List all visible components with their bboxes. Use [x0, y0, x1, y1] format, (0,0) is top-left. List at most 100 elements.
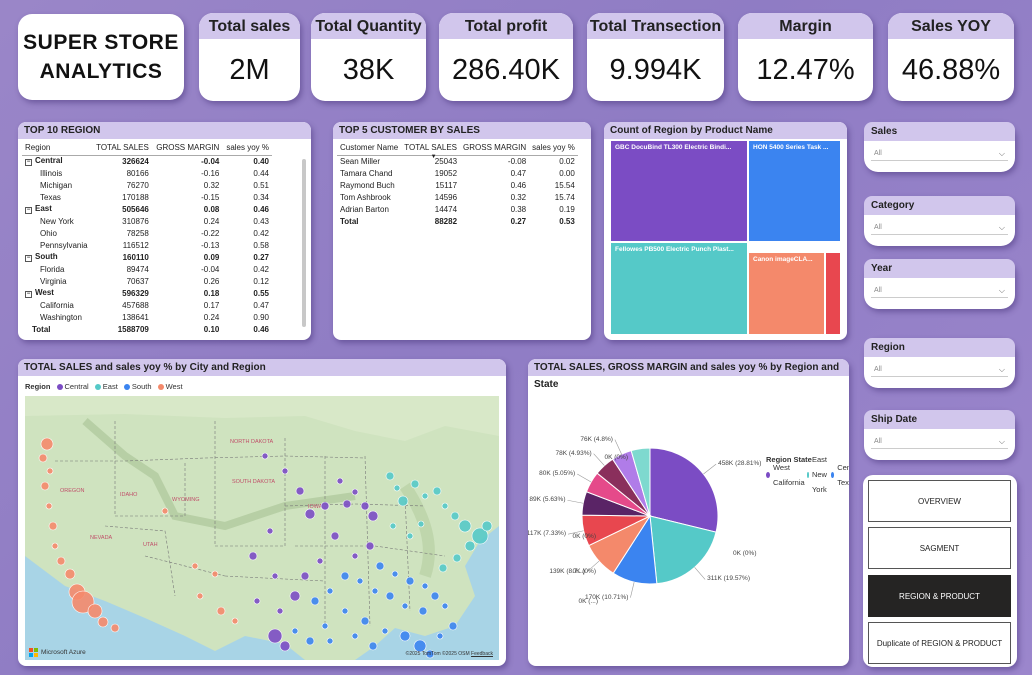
map-bubble[interactable] — [399, 630, 411, 642]
map-bubble[interactable] — [48, 521, 58, 531]
map-bubble[interactable] — [51, 542, 59, 550]
map-feedback-link[interactable]: Feedback — [471, 651, 493, 657]
map-bubble[interactable] — [385, 591, 395, 601]
map-bubble[interactable] — [351, 552, 359, 560]
map-bubble-layer[interactable] — [25, 396, 499, 660]
map-bubble[interactable] — [368, 641, 378, 651]
map-bubble[interactable] — [304, 508, 316, 520]
col-header-region[interactable]: Region — [22, 141, 92, 156]
pie-legend-item[interactable]: Central Texas — [830, 463, 849, 487]
table-row[interactable]: Ohio 78258 -0.22 0.42 — [22, 227, 272, 239]
map-bubble[interactable] — [421, 582, 429, 590]
map-bubble[interactable] — [448, 621, 458, 631]
table-row[interactable]: Tamara Chand 19052 0.47 0.00 — [337, 167, 578, 179]
table-row[interactable]: California 457688 0.17 0.47 — [22, 299, 272, 311]
map-bubble[interactable] — [267, 628, 283, 644]
map-bubble[interactable] — [450, 511, 460, 521]
map-bubble[interactable] — [110, 623, 120, 633]
map-bubble[interactable] — [64, 568, 76, 580]
table-row[interactable]: Florida 89474 -0.04 0.42 — [22, 263, 272, 275]
map-bubble[interactable] — [393, 484, 401, 492]
table-row[interactable]: Adrian Barton 14474 0.38 0.19 — [337, 203, 578, 215]
map-bubble[interactable] — [295, 486, 305, 496]
map-bubble[interactable] — [410, 479, 420, 489]
nav-button-overview[interactable]: OVERVIEW — [868, 480, 1011, 522]
legend-item-east[interactable]: East — [103, 382, 118, 391]
map-bubble[interactable] — [375, 561, 385, 571]
map-bubble[interactable] — [418, 606, 428, 616]
map-bubble[interactable] — [253, 597, 261, 605]
map-bubble[interactable] — [342, 499, 352, 509]
collapse-icon[interactable]: − — [25, 291, 32, 298]
nav-button-region-product[interactable]: REGION & PRODUCT — [868, 575, 1011, 617]
col-header-sales-yoy[interactable]: sales yoy % — [529, 141, 578, 156]
pie-chart[interactable] — [528, 376, 758, 666]
map-bubble[interactable] — [40, 437, 54, 451]
map-bubble[interactable] — [430, 591, 440, 601]
col-header-customer[interactable]: Customer Name — [337, 141, 402, 156]
slicer-dropdown[interactable]: All ⌵ — [871, 147, 1008, 161]
map-bubble[interactable] — [367, 510, 379, 522]
map-bubble[interactable] — [320, 501, 330, 511]
map-bubble[interactable] — [421, 492, 429, 500]
map-bubble[interactable] — [248, 551, 258, 561]
map-bubble[interactable] — [417, 520, 425, 528]
map-bubble[interactable] — [341, 607, 349, 615]
map-bubble[interactable] — [211, 570, 219, 578]
map-bubble[interactable] — [464, 540, 476, 552]
col-header-gross-margin[interactable]: GROSS MARGIN — [460, 141, 530, 156]
map-bubble[interactable] — [46, 467, 54, 475]
vertical-scrollbar[interactable] — [302, 159, 306, 327]
col-header-sales-yoy[interactable]: sales yoy % — [222, 141, 272, 156]
table-row[interactable]: − South 160110 0.09 0.27 — [22, 251, 272, 263]
customer-table[interactable]: Customer Name TOTAL SALES ▼ GROSS MARGIN … — [337, 141, 578, 227]
map-bubble[interactable] — [87, 603, 103, 619]
map-bubble[interactable] — [406, 532, 414, 540]
table-row[interactable]: Tom Ashbrook 14596 0.32 15.74 — [337, 191, 578, 203]
region-matrix[interactable]: Region TOTAL SALES GROSS MARGIN sales yo… — [22, 141, 272, 335]
table-row[interactable]: Virginia 70637 0.26 0.12 — [22, 275, 272, 287]
treemap-tile-fellowes[interactable]: Fellowes PB500 Electric Punch Plast... — [611, 243, 747, 334]
map-bubble[interactable] — [441, 602, 449, 610]
pie-legend-item[interactable]: West California — [766, 463, 807, 487]
table-row[interactable]: Texas 170188 -0.15 0.34 — [22, 191, 272, 203]
map-bubble[interactable] — [326, 637, 334, 645]
nav-button-sagment[interactable]: SAGMENT — [868, 527, 1011, 569]
map-bubble[interactable] — [356, 577, 364, 585]
map-bubble[interactable] — [279, 640, 291, 652]
row-region[interactable]: − East — [22, 203, 92, 215]
map-bubble[interactable] — [281, 467, 289, 475]
slicer-dropdown[interactable]: All ⌵ — [871, 435, 1008, 449]
table-row[interactable]: Sean Miller 25043 -0.08 0.02 — [337, 155, 578, 167]
map-bubble[interactable] — [45, 502, 53, 510]
map-bubble[interactable] — [326, 587, 334, 595]
map-bubble[interactable] — [360, 501, 370, 511]
collapse-icon[interactable]: − — [25, 255, 32, 262]
table-row[interactable]: − West 596329 0.18 0.55 — [22, 287, 272, 299]
map-bubble[interactable] — [310, 596, 320, 606]
legend-item-west[interactable]: West — [166, 382, 183, 391]
map-bubble[interactable] — [97, 616, 109, 628]
map-bubble[interactable] — [381, 627, 389, 635]
map-bubble[interactable] — [289, 590, 301, 602]
collapse-icon[interactable]: − — [25, 207, 32, 214]
map-bubble[interactable] — [441, 502, 449, 510]
map-bubble[interactable] — [371, 587, 379, 595]
map-bubble[interactable] — [432, 486, 442, 496]
slicer-dropdown[interactable]: All ⌵ — [871, 284, 1008, 298]
pie-legend-item[interactable]: East New York — [806, 455, 831, 494]
treemap-tile-hon[interactable]: HON 5400 Series Task ... — [749, 141, 840, 241]
map-bubble[interactable] — [340, 571, 350, 581]
map-bubble[interactable] — [351, 632, 359, 640]
map-bubble[interactable] — [401, 602, 409, 610]
table-row[interactable]: Washington 138641 0.24 0.90 — [22, 311, 272, 323]
map-bubble[interactable] — [458, 519, 472, 533]
map-bubble[interactable] — [261, 452, 269, 460]
map-bubble[interactable] — [38, 453, 48, 463]
col-header-total-sales[interactable]: TOTAL SALES — [91, 141, 152, 156]
col-header-total-sales[interactable]: TOTAL SALES ▼ — [401, 141, 461, 160]
map-bubble[interactable] — [196, 592, 204, 600]
row-region[interactable]: − Central — [22, 155, 92, 167]
map-bubble[interactable] — [452, 553, 462, 563]
map-bubble[interactable] — [231, 617, 239, 625]
